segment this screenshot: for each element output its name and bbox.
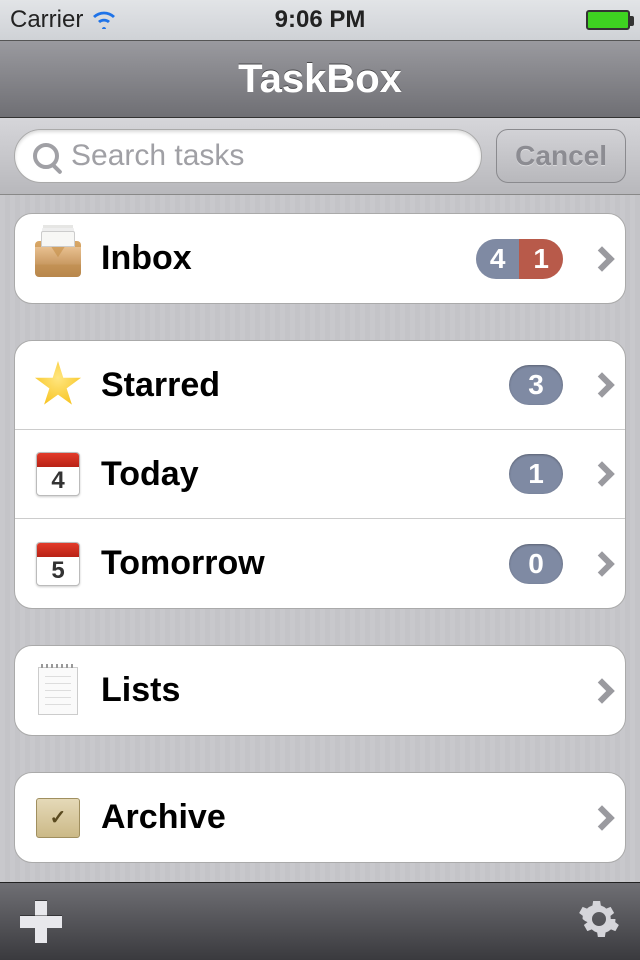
navigation-bar: TaskBox bbox=[0, 40, 640, 118]
badge-overdue: 1 bbox=[519, 239, 563, 279]
battery-icon bbox=[586, 10, 630, 30]
status-bar: Carrier 9:06 PM bbox=[0, 0, 640, 40]
row-archive[interactable]: Archive bbox=[15, 773, 625, 862]
search-field[interactable] bbox=[14, 129, 482, 183]
row-label: Archive bbox=[101, 798, 563, 837]
inbox-badge: 4 1 bbox=[476, 239, 563, 279]
chevron-right-icon bbox=[589, 805, 614, 830]
row-today[interactable]: 4 Today 1 bbox=[15, 430, 625, 519]
chevron-right-icon bbox=[589, 461, 614, 486]
group-inbox: Inbox 4 1 bbox=[14, 213, 626, 304]
row-label: Inbox bbox=[101, 239, 458, 278]
chevron-right-icon bbox=[589, 551, 614, 576]
toolbar bbox=[0, 882, 640, 960]
calendar-tomorrow-icon: 5 bbox=[33, 539, 83, 589]
row-label: Today bbox=[101, 455, 491, 494]
content-area: Inbox 4 1 Starred 3 4 Today 1 5 bbox=[0, 195, 640, 960]
wifi-icon bbox=[91, 5, 117, 36]
inbox-icon bbox=[33, 234, 83, 284]
row-lists[interactable]: Lists bbox=[15, 646, 625, 735]
badge-count: 4 bbox=[476, 239, 520, 279]
search-bar: Cancel bbox=[0, 118, 640, 195]
lists-icon bbox=[33, 666, 83, 716]
badge-count: 3 bbox=[509, 365, 563, 405]
group-lists: Lists bbox=[14, 645, 626, 736]
badge-count: 0 bbox=[509, 544, 563, 584]
chevron-right-icon bbox=[589, 678, 614, 703]
row-label: Tomorrow bbox=[101, 544, 491, 583]
settings-button[interactable] bbox=[578, 898, 620, 945]
chevron-right-icon bbox=[589, 372, 614, 397]
cancel-button[interactable]: Cancel bbox=[496, 129, 626, 183]
row-inbox[interactable]: Inbox 4 1 bbox=[15, 214, 625, 303]
calendar-today-icon: 4 bbox=[33, 449, 83, 499]
star-icon bbox=[33, 360, 83, 410]
search-input[interactable] bbox=[71, 139, 463, 173]
archive-icon bbox=[33, 793, 83, 843]
chevron-right-icon bbox=[589, 246, 614, 271]
gear-icon bbox=[578, 898, 620, 940]
badge-count: 1 bbox=[509, 454, 563, 494]
row-tomorrow[interactable]: 5 Tomorrow 0 bbox=[15, 519, 625, 608]
row-label: Lists bbox=[101, 671, 563, 710]
group-archive: Archive bbox=[14, 772, 626, 863]
group-smart: Starred 3 4 Today 1 5 Tomorrow 0 bbox=[14, 340, 626, 609]
row-starred[interactable]: Starred 3 bbox=[15, 341, 625, 430]
carrier-label: Carrier bbox=[10, 6, 83, 34]
add-button[interactable] bbox=[20, 901, 62, 943]
page-title: TaskBox bbox=[238, 57, 402, 102]
row-label: Starred bbox=[101, 366, 491, 405]
search-icon bbox=[33, 143, 59, 169]
